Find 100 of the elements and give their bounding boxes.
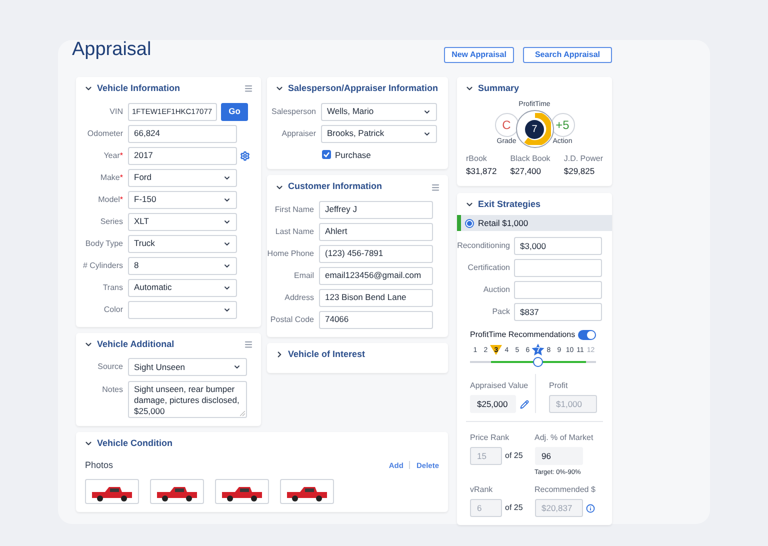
- select-field[interactable]: Ford: [128, 168, 237, 186]
- settings-icon[interactable]: [240, 150, 250, 160]
- slider-thumb[interactable]: [533, 357, 543, 368]
- grade-badge: C: [494, 112, 518, 136]
- book-name: Black Book: [510, 153, 550, 165]
- input-field[interactable]: Jeffrey J: [319, 200, 433, 219]
- header-button[interactable]: New Appraisal: [444, 47, 514, 63]
- chevron-down-icon: [223, 284, 231, 292]
- field-label: Trans: [102, 282, 123, 294]
- field-label: Salesperson: [272, 106, 316, 118]
- field-label: Home Phone: [267, 248, 314, 260]
- field-label: Adj. % of Market: [534, 432, 594, 444]
- field-label: Notes: [102, 384, 123, 396]
- book-value: $31,872: [466, 165, 497, 178]
- field-label: vRank: [470, 484, 494, 496]
- section-toggle[interactable]: Vehicle of Interest: [275, 348, 366, 362]
- field-label: Address: [284, 292, 314, 304]
- exit-option[interactable]: Retail $1,000: [457, 215, 612, 232]
- truck-drawing: [285, 484, 329, 502]
- menu-icon[interactable]: [244, 340, 253, 349]
- section-toggle[interactable]: Exit Strategies: [465, 198, 541, 212]
- input-field[interactable]: [514, 281, 602, 300]
- input-field[interactable]: 74066: [319, 310, 433, 329]
- header-button[interactable]: Search Appraisal: [523, 47, 612, 63]
- select-field[interactable]: XLT: [128, 212, 237, 230]
- select-field[interactable]: F-150: [128, 190, 237, 208]
- section-toggle[interactable]: Summary: [465, 82, 520, 96]
- notes-field[interactable]: Sight unseen, rear bumper damage, pictures disclosed, $25,000: [128, 381, 247, 418]
- menu-icon[interactable]: [244, 84, 253, 94]
- field-label: # Cylinders: [82, 260, 123, 272]
- select-field[interactable]: 8: [128, 256, 237, 274]
- edit-pencil-icon[interactable]: [520, 400, 529, 409]
- select-field[interactable]: [128, 300, 237, 318]
- input-field[interactable]: 2017: [128, 146, 237, 164]
- required-mark: *: [120, 150, 123, 162]
- input-field[interactable]: $837: [514, 303, 602, 322]
- value-field: 6: [470, 499, 502, 517]
- star-marker-icon: [531, 343, 545, 358]
- field-label: Postal Code: [270, 314, 314, 326]
- photo-thumbnail[interactable]: [85, 479, 139, 504]
- field-label: Reconditioning: [457, 240, 510, 252]
- triangle-marker-icon: [490, 345, 502, 356]
- radio-button[interactable]: [465, 218, 474, 228]
- required-mark: *: [120, 172, 123, 184]
- section-toggle[interactable]: Vehicle Condition: [84, 437, 173, 450]
- section-toggle[interactable]: Customer Information: [275, 180, 382, 194]
- input-field[interactable]: (123) 456-7891: [319, 244, 433, 263]
- input-field[interactable]: $3,000: [514, 237, 602, 256]
- field-label: Year: [104, 150, 120, 162]
- photo-thumbnail[interactable]: [215, 479, 269, 504]
- field-label: VIN: [110, 106, 123, 118]
- page-title: Appraisal: [72, 40, 152, 60]
- value-field[interactable]: $25,000: [470, 395, 516, 414]
- select-field[interactable]: Brooks, Patrick: [321, 124, 437, 142]
- menu-icon[interactable]: [431, 182, 440, 192]
- input-field[interactable]: 66,824: [128, 124, 237, 142]
- chevron-down-icon: [423, 108, 431, 116]
- chevron-down-icon: [223, 262, 231, 270]
- select-value: 8: [134, 259, 139, 272]
- field-label: Last Name: [275, 226, 314, 238]
- action-badge: +5: [550, 112, 574, 136]
- input-field[interactable]: 123 Bison Bend Lane: [319, 288, 433, 307]
- section-toggle[interactable]: Vehicle Information: [84, 82, 180, 96]
- chevron-right-icon: [275, 350, 284, 359]
- field-label: Series: [100, 216, 123, 228]
- select-value: Wells, Mario: [327, 105, 374, 118]
- field-label: Make: [100, 172, 120, 184]
- input-field[interactable]: Ahlert: [319, 222, 433, 241]
- photo-thumbnail[interactable]: [150, 479, 204, 504]
- section-toggle[interactable]: Vehicle Additional: [84, 338, 174, 351]
- checkmark-icon: [323, 151, 330, 158]
- select-field[interactable]: Automatic: [128, 278, 237, 296]
- photo-thumbnail[interactable]: [280, 479, 334, 504]
- select-field[interactable]: Truck: [128, 234, 237, 252]
- section-toggle[interactable]: Salesperson/Appraiser Information: [275, 82, 438, 96]
- chevron-down-icon: [223, 306, 231, 314]
- photos-heading: Photos: [85, 458, 114, 472]
- checkbox[interactable]: [322, 150, 331, 160]
- recommendations-label: ProfitTime Recommendations: [470, 329, 576, 342]
- field-label: Source: [98, 361, 123, 373]
- truck-drawing: [90, 484, 134, 502]
- value-field: $20,837: [534, 499, 582, 517]
- field-label: Odometer: [87, 128, 123, 140]
- select-field[interactable]: Wells, Mario: [321, 102, 437, 120]
- toggle-switch[interactable]: [578, 330, 596, 340]
- value-field: 15: [470, 447, 502, 466]
- info-icon[interactable]: [586, 504, 594, 512]
- book-value: $29,825: [564, 165, 596, 178]
- select-field[interactable]: Sight Unseen: [128, 358, 247, 376]
- select-value: Ford: [134, 171, 152, 184]
- input-field[interactable]: email123456@gmail.com: [319, 266, 433, 285]
- chevron-down-icon: [465, 200, 474, 209]
- chevron-down-icon: [223, 196, 231, 204]
- field-label: Appraised Value: [470, 380, 530, 392]
- rank-total: of 25: [505, 502, 523, 514]
- input-field[interactable]: [514, 259, 602, 278]
- value-field[interactable]: 96: [534, 447, 582, 466]
- required-mark: *: [120, 194, 123, 206]
- go-button[interactable]: Go: [221, 102, 248, 120]
- chevron-down-icon: [423, 130, 431, 138]
